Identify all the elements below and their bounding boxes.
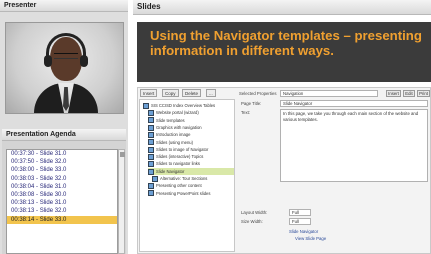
- presenter-video[interactable]: [5, 22, 124, 114]
- agenda-header: Presentation Agenda: [2, 129, 126, 141]
- size-select[interactable]: Full: [289, 218, 311, 225]
- tree-item[interactable]: Introduction image: [148, 131, 234, 139]
- top-button-3[interactable]: Print: [417, 90, 430, 97]
- page-icon: [148, 183, 154, 190]
- page-title-field[interactable]: Slide Navigator: [280, 100, 428, 107]
- tree-item[interactable]: Presenting other content: [148, 182, 234, 190]
- tree-item-label: Alternative: Tour Sections: [160, 176, 208, 181]
- tree-item[interactable]: Slide templates: [148, 117, 234, 124]
- agenda-item[interactable]: 00:38:13 - Slide 31.0: [7, 199, 117, 207]
- agenda-item[interactable]: 00:38:08 - Slide 30.0: [7, 191, 117, 199]
- tree-item[interactable]: Slides (interactive) Topics: [148, 153, 234, 160]
- tree-item-label: Introduction image: [156, 132, 191, 138]
- toolbar-button[interactable]: Copy: [162, 89, 179, 97]
- tree-item-label: SIS CCISD Index Overview Tables: [151, 103, 216, 108]
- agenda-item[interactable]: 00:38:13 - Slide 32.0: [7, 207, 117, 215]
- tree-item-label: Slides to navigator links: [156, 161, 200, 167]
- properties-panel: Selected Properties Navigation Insert Ed…: [237, 88, 431, 252]
- tree-item-label: Slides to image of Navigator: [156, 146, 209, 152]
- agenda-item[interactable]: 00:37:30 - Slide 31.0: [7, 150, 117, 158]
- tree-item-label: Presenting PowerPoint slides: [156, 190, 211, 196]
- layout-label: Layout Width:: [241, 210, 268, 215]
- tree-item[interactable]: Slides (using menu): [148, 139, 234, 146]
- link-1[interactable]: Slide Navigator: [289, 229, 318, 234]
- tree-item-label: Presenting other content: [156, 183, 202, 189]
- headset-earcup-left: [44, 55, 52, 67]
- tree-item[interactable]: Slide Navigator: [148, 167, 234, 175]
- tree-item-label: Slides (interactive) Topics: [156, 154, 204, 160]
- page-icon: [148, 117, 154, 124]
- agenda-item[interactable]: 00:37:50 - Slide 32.0: [7, 158, 117, 166]
- tree-item[interactable]: Website portal (wizard): [148, 109, 234, 117]
- agenda-item[interactable]: 00:38:14 - Slide 33.0: [7, 215, 117, 224]
- agenda-list[interactable]: 00:37:30 - Slide 31.0 00:37:50 - Slide 32…: [6, 149, 118, 254]
- page-icon: [148, 110, 154, 117]
- text-area[interactable]: In this page, we take you through each m…: [280, 109, 428, 182]
- top-button-2[interactable]: Edit: [403, 90, 415, 97]
- editor-toolbar: Insert Copy Delete...: [138, 88, 236, 98]
- page-icon: [148, 132, 154, 139]
- tree-item-label: Slides (using menu): [156, 139, 194, 145]
- type-select[interactable]: Navigation: [280, 90, 378, 97]
- size-label: Size Width:: [241, 219, 263, 224]
- agenda-item[interactable]: 00:38:04 - Slide 31.0: [7, 183, 117, 191]
- page-icon: [148, 168, 154, 175]
- presenter-header: Presenter: [0, 0, 128, 12]
- agenda-item[interactable]: 00:38:03 - Slide 32.0: [7, 175, 117, 183]
- agenda-item[interactable]: 00:38:00 - Slide 33.0: [7, 166, 117, 174]
- link-2[interactable]: View Slide Page: [295, 236, 326, 241]
- agenda-scrollbar[interactable]: [118, 149, 125, 254]
- tree-item[interactable]: Slides to image of Navigator: [148, 146, 234, 153]
- page-icon: [148, 146, 154, 153]
- text-label: Text:: [241, 110, 251, 115]
- tree-item[interactable]: Slides to navigator links: [148, 160, 234, 168]
- page-icon: [148, 190, 154, 197]
- layout-select[interactable]: Full: [289, 209, 311, 216]
- tree-item[interactable]: Alternative: Tour Sections: [152, 175, 234, 182]
- tree-item-label: Slide templates: [156, 117, 185, 123]
- page-icon: [148, 124, 154, 131]
- properties-title: Selected Properties: [239, 91, 277, 96]
- page-icon: [152, 175, 158, 182]
- slide-title: Using the Navigator templates – presenti…: [150, 28, 422, 58]
- page-icon: [148, 139, 154, 146]
- toolbar-button[interactable]: Delete: [182, 89, 202, 97]
- toolbar-button[interactable]: ...: [206, 89, 216, 97]
- headset-earcup-right: [80, 55, 88, 67]
- tree-item-label: Website portal (wizard): [156, 110, 199, 116]
- tree-item[interactable]: Graphics with navigation: [148, 124, 234, 131]
- scroll-up-arrow-icon[interactable]: [120, 152, 125, 157]
- tree-item[interactable]: Presenting PowerPoint slides: [148, 190, 234, 197]
- tree-item-label: Graphics with navigation: [156, 124, 202, 130]
- tree-item-label: Slide Navigator: [156, 168, 185, 174]
- page-title-label: Page Title:: [241, 101, 262, 106]
- page-icon: [143, 102, 149, 109]
- tree-view[interactable]: SIS CCISD Index Overview Tables Website p…: [139, 99, 235, 252]
- page-icon: [148, 161, 154, 168]
- tree-item[interactable]: SIS CCISD Index Overview Tables: [143, 102, 234, 109]
- top-button-1[interactable]: Insert: [386, 90, 401, 97]
- slides-header: Slides: [133, 0, 431, 15]
- toolbar-button[interactable]: Insert: [140, 89, 158, 97]
- page-icon: [148, 153, 154, 160]
